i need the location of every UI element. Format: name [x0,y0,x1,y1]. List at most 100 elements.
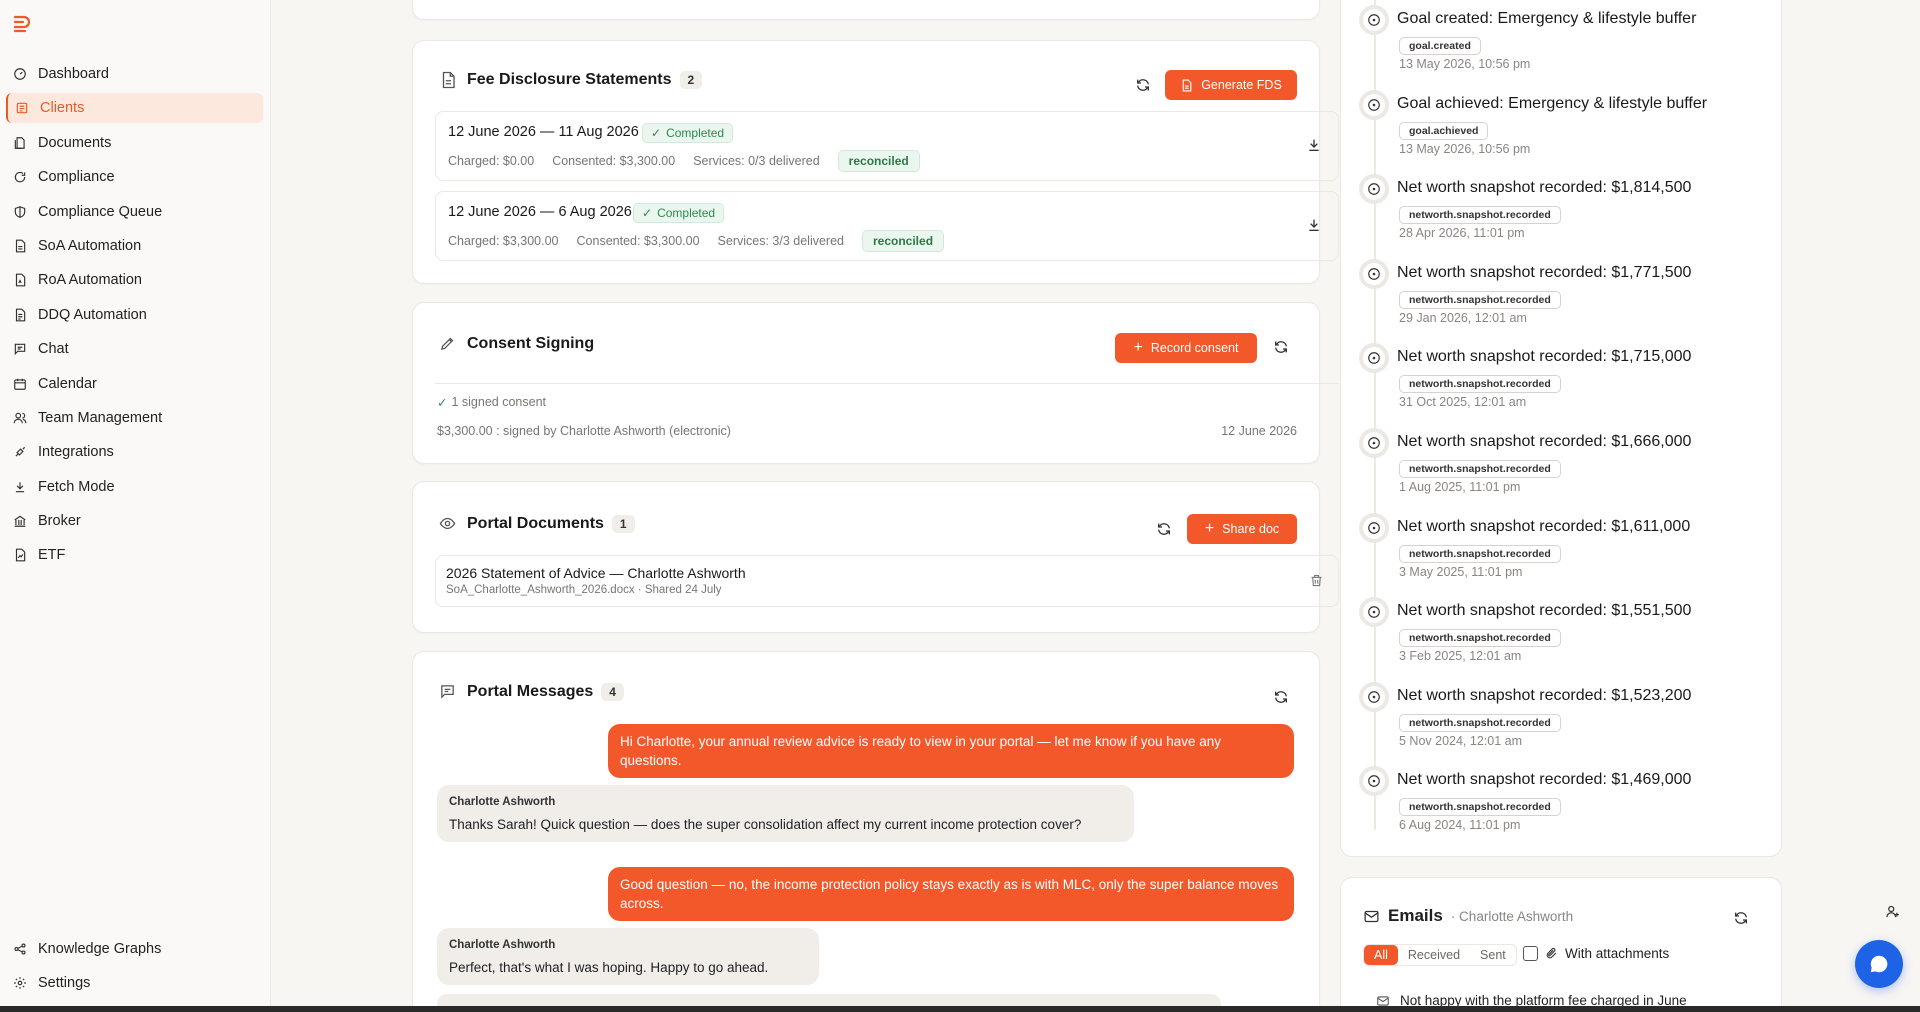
broker-icon [12,513,28,529]
sidebar-item-label: Settings [38,975,91,992]
filter-sent[interactable]: Sent [1470,945,1516,965]
sidebar-item-label: Clients [40,100,85,117]
sidebar-item-knowledge-graphs[interactable]: Knowledge Graphs [6,934,263,964]
sidebar-item-clients[interactable]: Clients [6,93,263,124]
sidebar-item-compliance-queue[interactable]: Compliance Queue [6,197,263,227]
fds-count-badge: 2 [679,71,703,89]
sidebar-item-label: SoA Automation [38,237,142,254]
sidebar-item-integrations[interactable]: Integrations [6,437,263,467]
timeline-event: Net worth snapshot recorded: $1,551,500 n… [1359,597,1769,667]
download-icon [1309,139,1319,151]
reconciled-badge: reconciled [837,150,920,172]
fds-period: 12 June 2026 — 6 Aug 2026 [448,204,632,220]
download-button[interactable] [1306,137,1324,155]
timeline-event-time: 6 Aug 2024, 11:01 pm [1399,818,1521,833]
emails-refresh-button[interactable] [1731,908,1751,928]
timeline-event-time: 13 May 2026, 10:56 pm [1399,57,1531,71]
sidebar-item-compliance[interactable]: Compliance [6,162,263,192]
emails-card: Emails · Charlotte Ashworth All Received… [1340,877,1782,1012]
attachments-label: With attachments [1565,946,1670,961]
timeline-event-title: Net worth snapshot recorded: $1,715,000 [1397,348,1692,366]
timeline-event-time: 3 May 2025, 11:01 pm [1399,564,1523,579]
fetch-icon [12,479,28,495]
fds-row[interactable]: 12 June 2026 — 11 Aug 2026 ✓ Completed Ch… [435,111,1339,181]
sidebar-item-label: Compliance Queue [38,203,163,220]
sidebar-item-label: Integrations [38,444,114,461]
portal-docs-title-text: Portal Documents [467,515,604,532]
timeline-event-tag: networth.snapshot.recorded [1399,544,1561,563]
message-sender: Charlotte Ashworth [449,796,556,808]
sidebar-item-roa-automation[interactable]: RoA Automation [6,265,263,295]
message-incoming: Charlotte Ashworth Thanks Sarah! Quick q… [437,785,1134,842]
timeline-event: Net worth snapshot recorded: $1,523,200 n… [1359,681,1769,752]
sidebar-item-label: Fetch Mode [38,478,115,495]
sidebar-item-label: Compliance [38,169,115,186]
consent-title-text: Consent Signing [467,335,595,352]
timeline-event-tag: networth.snapshot.recorded [1399,798,1561,817]
message-text: Hi Charlotte, your annual review advice … [620,734,1222,768]
sidebar-item-fetch-mode[interactable]: Fetch Mode [6,472,263,502]
timeline-event-tag: networth.snapshot.recorded [1399,290,1561,309]
sidebar-item-label: Dashboard [38,66,109,82]
sidebar-item-dashboard[interactable]: Dashboard [6,59,263,89]
assign-user-button[interactable] [1885,904,1900,924]
document-icon [1182,79,1192,91]
sidebar-item-settings[interactable]: Settings [6,968,263,998]
sidebar-nav: Dashboard Clients Documents Compliance Compl… [6,59,263,575]
roa-automation-icon [12,272,28,288]
sidebar-item-calendar[interactable]: Calendar [6,369,263,399]
compliance-queue-icon [12,204,28,220]
clock-icon [1359,512,1389,543]
filter-all[interactable]: All [1364,945,1398,965]
portal-docs-refresh-button[interactable] [1154,519,1174,539]
consent-refresh-button[interactable] [1271,337,1291,357]
generate-fds-label: Generate FDS [1201,78,1282,92]
attachments-checkbox[interactable] [1523,946,1538,961]
delete-button[interactable] [1309,573,1324,593]
sidebar-item-soa-automation[interactable]: SoA Automation [6,231,263,261]
sidebar-item-documents[interactable]: Documents [6,128,263,158]
sidebar-nav-bottom: Knowledge Graphs Settings [6,934,263,1003]
portal-messages-refresh-button[interactable] [1271,687,1291,707]
fds-row[interactable]: 12 June 2026 — 6 Aug 2026 ✓ Completed Cha… [435,191,1339,261]
sidebar-item-label: Broker [38,513,81,530]
mail-icon [1364,910,1379,922]
timeline-event-time: 31 Oct 2025, 12:01 am [1399,395,1527,410]
message-text: Good question — no, the income protectio… [620,877,1279,911]
generate-fds-button[interactable]: Generate FDS [1165,70,1297,100]
filter-received[interactable]: Received [1398,945,1470,965]
portal-doc-row[interactable]: 2026 Statement of Advice — Charlotte Ash… [435,555,1339,607]
consent-detail: $3,300.00 : signed by Charlotte Ashworth… [437,424,731,438]
sidebar-item-team-management[interactable]: Team Management [6,403,263,433]
pencil-icon [439,335,457,353]
document-icon [439,71,457,89]
clock-icon [1359,766,1389,797]
share-doc-button[interactable]: + Share doc [1187,514,1297,544]
app-logo-icon[interactable] [12,12,36,36]
eye-icon [439,515,457,533]
refresh-icon [1137,79,1149,91]
fds-refresh-button[interactable] [1133,75,1153,95]
timeline-event-time: 5 Nov 2024, 12:01 am [1399,733,1522,748]
sidebar-item-chat[interactable]: Chat [6,334,263,364]
timeline-event-title: Goal created: Emergency & lifestyle buff… [1397,10,1697,27]
record-consent-button[interactable]: + Record consent [1115,333,1257,363]
portal-messages-card: Portal Messages 4 Hi Charlotte, your ann… [412,651,1320,1012]
chat-fab-button[interactable] [1855,940,1903,988]
attachments-filter[interactable]: With attachments [1523,946,1669,961]
check-icon: ✓ [651,126,662,140]
chat-bubble-icon [1870,955,1888,973]
emails-title: Emails [1388,906,1443,925]
portal-messages-count-badge: 4 [601,683,624,701]
sidebar-item-broker[interactable]: Broker [6,506,263,536]
timeline-event-time: 1 Aug 2025, 11:01 pm [1399,480,1521,494]
fds-consented: Consented: $3,300.00 [552,154,676,168]
ddq-automation-icon [12,307,28,323]
sidebar-item-ddq-automation[interactable]: DDQ Automation [6,300,263,330]
message-icon [439,683,457,701]
download-button[interactable] [1306,217,1324,235]
timeline-event-title: Net worth snapshot recorded: $1,666,000 [1397,433,1692,450]
fds-consented: Consented: $3,300.00 [576,234,700,248]
sidebar-item-etf[interactable]: ETF [6,540,263,570]
timeline-event: Net worth snapshot recorded: $1,814,500 n… [1359,174,1769,244]
